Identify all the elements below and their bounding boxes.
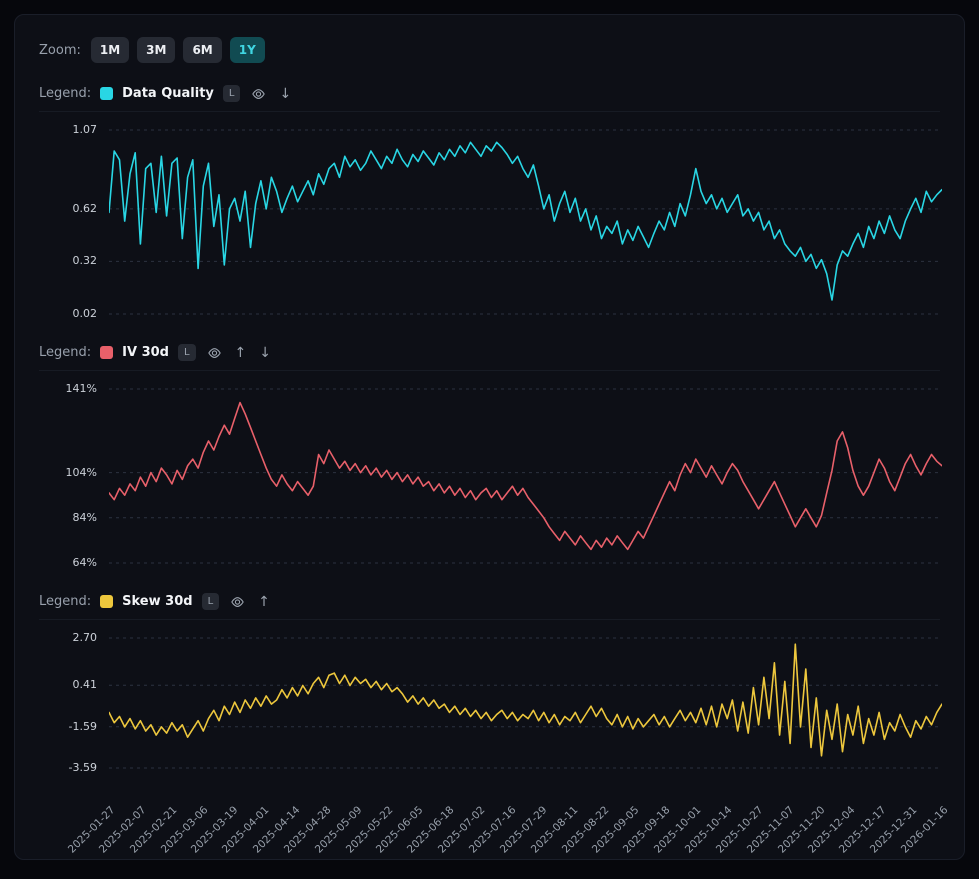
iv-30d-plot-canvas [109, 388, 942, 564]
y-tick-label: 1.07 [72, 123, 98, 136]
iv-30d-line [109, 401, 942, 551]
zoom-button-1y[interactable]: 1Y [229, 37, 265, 63]
zoom-button-6m[interactable]: 6M [183, 37, 222, 63]
zoom-controls: Zoom: 1M 3M 6M 1Y [39, 37, 940, 63]
legend-row-iv-30d: Legend: IV 30d L ↑ ↓ [39, 344, 940, 371]
series-swatch [100, 87, 114, 100]
y-axis-labels: 141% 104% 84% 64% [39, 382, 109, 569]
plot-area[interactable] [109, 632, 942, 774]
chart-dashboard-card: Zoom: 1M 3M 6M 1Y Legend: Data Quality L… [14, 14, 965, 860]
y-tick-label: 64% [72, 556, 97, 569]
zoom-button-1m[interactable]: 1M [90, 37, 130, 63]
series-name: Data Quality [122, 86, 214, 101]
series-swatch [100, 595, 114, 608]
y-tick-label: 0.32 [72, 254, 98, 268]
legend-label: Legend: [39, 86, 92, 101]
zoom-label: Zoom: [39, 42, 81, 58]
data-quality-plot-canvas [109, 129, 942, 315]
skew-30d-line [109, 643, 942, 757]
y-tick-label: 0.62 [72, 201, 98, 215]
log-scale-badge[interactable]: L [201, 593, 220, 610]
data-quality-line [109, 141, 942, 301]
legend-label: Legend: [39, 594, 92, 609]
plot-area[interactable] [109, 383, 942, 569]
skew-30d-chart[interactable]: 2.70 0.41 -1.59 -3.59 [39, 631, 942, 774]
y-tick-label: 0.41 [72, 678, 98, 692]
zoom-button-3m[interactable]: 3M [137, 37, 176, 63]
plot-area[interactable] [109, 124, 942, 320]
y-tick-label: 0.02 [72, 307, 98, 320]
data-quality-chart[interactable]: 1.07 0.62 0.32 0.02 [39, 123, 942, 320]
y-axis-labels: 1.07 0.62 0.32 0.02 [39, 123, 109, 320]
eye-icon[interactable] [205, 347, 224, 359]
series-name: IV 30d [122, 345, 169, 360]
move-up-icon[interactable]: ↑ [233, 346, 249, 360]
skew-30d-plot-canvas [109, 637, 942, 769]
log-scale-badge[interactable]: L [222, 85, 241, 102]
eye-icon[interactable] [228, 596, 247, 608]
move-up-icon[interactable]: ↑ [256, 595, 272, 609]
move-down-icon[interactable]: ↓ [277, 87, 293, 101]
x-axis: 2025-01-27 2025-02-07 2025-02-21 2025-03-06… [66, 798, 951, 864]
eye-icon[interactable] [249, 88, 268, 100]
log-scale-badge[interactable]: L [177, 344, 196, 361]
y-axis-labels: 2.70 0.41 -1.59 -3.59 [39, 631, 109, 774]
y-tick-label: -3.59 [68, 761, 97, 774]
series-name: Skew 30d [122, 594, 193, 609]
iv-30d-chart[interactable]: 141% 104% 84% 64% [39, 382, 942, 569]
legend-label: Legend: [39, 345, 92, 360]
y-tick-label: 104% [65, 465, 97, 479]
move-down-icon[interactable]: ↓ [257, 346, 273, 360]
series-swatch [100, 346, 114, 359]
y-tick-label: 2.70 [72, 631, 98, 644]
y-tick-label: 141% [65, 382, 97, 395]
y-tick-label: 84% [72, 510, 97, 524]
legend-row-skew-30d: Legend: Skew 30d L ↑ [39, 593, 940, 620]
y-tick-label: -1.59 [68, 719, 97, 733]
legend-row-data-quality: Legend: Data Quality L ↓ [39, 85, 940, 112]
